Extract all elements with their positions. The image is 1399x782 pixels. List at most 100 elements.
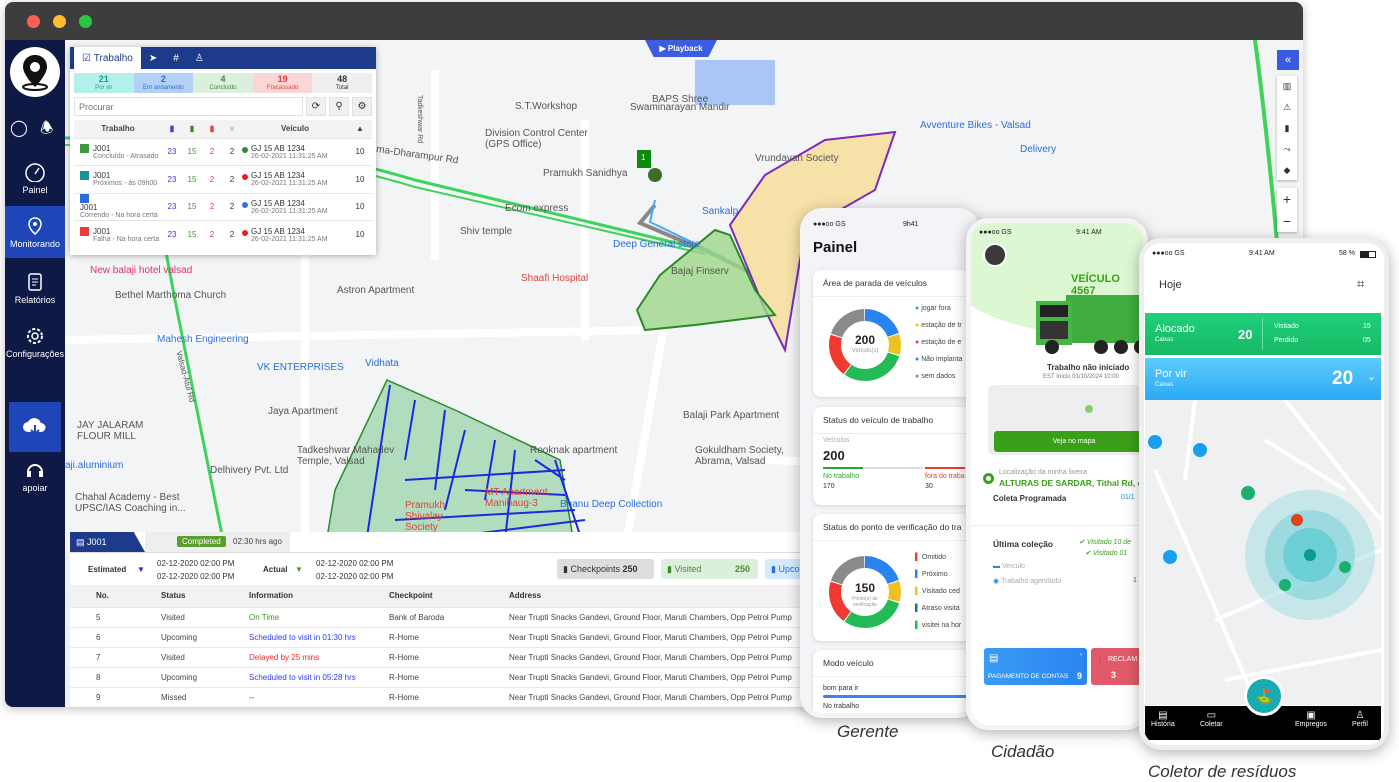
zoom-in-button[interactable]: +	[1277, 188, 1297, 210]
checkpoints-label: Checkpoints	[570, 564, 620, 574]
settings-button[interactable]: ⚙	[352, 97, 372, 116]
vehicle-plate: GJ 15 AB 1234	[251, 143, 305, 153]
sidebar-item-apoiar[interactable]: apoiar	[5, 460, 65, 493]
stat-3[interactable]: 19 Fracassado	[252, 73, 313, 93]
bin-marker[interactable]	[1339, 561, 1351, 573]
table-row[interactable]: 5 Visited On Time Bank of Baroda Near Trupti…	[70, 606, 810, 627]
allocated-card[interactable]: Alocado Caixas 20 Visitado 15 Perdido 05	[1145, 313, 1381, 355]
route-icon[interactable]: ⤳	[1277, 139, 1297, 160]
zoom-out-button[interactable]: −	[1277, 210, 1297, 232]
upcoming-card[interactable]: Por vir Caixas 20 ⌄	[1145, 358, 1381, 400]
row-number: 9	[70, 686, 135, 707]
nav-coletar[interactable]: ▭ Coletar	[1200, 710, 1223, 728]
playback-button[interactable]: ▶ Playback	[645, 40, 717, 57]
collector-map[interactable]	[1145, 400, 1381, 705]
chevron-right-icon: ›	[1079, 651, 1082, 658]
table-row[interactable]: 9 Missed -- R-Home Near Trupti Snacks Gandev…	[70, 686, 810, 707]
bin-marker[interactable]	[1241, 486, 1255, 500]
job-tab[interactable]: ▤ J001	[70, 532, 145, 552]
nav-historia[interactable]: ▤ História	[1151, 710, 1175, 728]
bin-blue-icon: ▮	[169, 124, 175, 134]
sidebar-item-relatorios[interactable]: Relatórios	[5, 272, 65, 305]
table-row[interactable]: 8 Upcoming Scheduled to visit in 05:28 hrs…	[70, 666, 810, 687]
user-icon[interactable]: ◯	[10, 118, 28, 138]
map-layers-icon[interactable]: ▥	[1277, 76, 1297, 97]
job-status: Concluído - Atrasado	[93, 152, 159, 160]
job-status: Trabalho não iniciado	[1047, 363, 1130, 372]
job-row[interactable]: J001 Falha - Na hora certa 23 15 2 2 GJ 1…	[74, 220, 372, 248]
cloud-download-button[interactable]	[9, 402, 61, 452]
bin-icon[interactable]: ▮	[1277, 118, 1297, 139]
visited-filter[interactable]: ▮ Visited 250	[661, 559, 758, 579]
upcoming-label: Upco	[778, 564, 800, 574]
nav-empregos[interactable]: ▣ Empregos	[1295, 710, 1327, 728]
chevron-down-icon[interactable]: ⌄	[1367, 370, 1376, 383]
job-id: J001	[93, 226, 111, 236]
bill-payment-button[interactable]: ▤ › PAGAMENTO DE CONTAS 9	[984, 648, 1087, 685]
tab-navigation[interactable]: ➤	[141, 47, 165, 69]
collapse-panel-button[interactable]: «	[1277, 50, 1299, 70]
truck-icon: ▬	[993, 563, 1000, 570]
person-pin-icon: ♙	[194, 52, 204, 64]
status-badge: Completed	[177, 536, 226, 547]
avatar[interactable]	[983, 243, 1007, 267]
maximize-button[interactable]	[79, 15, 92, 28]
bin-marker[interactable]	[1193, 443, 1207, 457]
stat-4[interactable]: 48 Total	[312, 73, 372, 93]
row-information: --	[223, 686, 363, 707]
caption-cidadao: Cidadão	[991, 742, 1055, 761]
visit-text: Visitado 10 de	[1086, 539, 1132, 546]
map-fab-button[interactable]: ⛳	[1244, 676, 1284, 716]
collector-avatar[interactable]	[648, 168, 662, 182]
refresh-button[interactable]: ⟳	[306, 97, 326, 116]
sidebar-item-painel[interactable]: Painel	[5, 162, 65, 195]
row-address: Near Trupti Snacks Gandevi, Ground Floor…	[483, 646, 810, 667]
report-icon	[28, 273, 42, 291]
qr-scan-icon[interactable]: ⌗	[1357, 276, 1364, 292]
legend-swatch: ▌	[915, 605, 920, 612]
upcoming-sub: Caixas	[1155, 382, 1174, 388]
count-gray: 2	[222, 165, 242, 193]
see-on-map-button[interactable]: Veja no mapa	[994, 431, 1143, 452]
visited-count: 15	[1363, 323, 1371, 330]
job-row[interactable]: J001 Correndo - Na hora certa 23 15 2 2 G…	[74, 192, 372, 221]
map-label: Bethel Marthoma Church	[115, 290, 227, 301]
legend-item: ▌ visitei na hor	[915, 622, 961, 629]
bin-marker[interactable]	[1163, 550, 1177, 564]
vehicle-time: 26-02-2021 11:31:25 AM	[251, 180, 328, 188]
tab-label: Trabalho	[93, 52, 133, 64]
vehicles-label: Veículos	[823, 437, 850, 444]
stat-1[interactable]: 2 Em andamento	[133, 73, 194, 93]
bell-icon[interactable]: 🕭	[40, 118, 53, 143]
tab-trabalho[interactable]: ☑ Trabalho	[74, 47, 141, 69]
bin-marker[interactable]	[1279, 579, 1291, 591]
tab-person-location[interactable]: ♙	[187, 47, 212, 69]
nav-perfil[interactable]: ♙ Perfil	[1352, 710, 1368, 728]
ruler-icon[interactable]: ◆	[1277, 160, 1297, 181]
nav-label: História	[1151, 721, 1175, 728]
close-button[interactable]	[27, 15, 40, 28]
sidebar-item-monitorando[interactable]: Monitorando	[5, 206, 65, 258]
filter-button[interactable]: ⚲	[329, 97, 349, 116]
title-bar	[5, 2, 1303, 40]
tab-grid[interactable]: #	[165, 47, 187, 69]
carrier: ●●●oo GS	[1152, 250, 1185, 257]
search-input[interactable]	[74, 97, 303, 116]
stat-0[interactable]: 21 Por vir	[74, 73, 134, 93]
minimize-button[interactable]	[53, 15, 66, 28]
alert-count: 10	[348, 165, 372, 193]
job-row[interactable]: J001 Próximos - às 09h00 23 15 2 2 GJ 15 …	[74, 165, 372, 193]
sidebar-item-configuracoes[interactable]: Configurações	[5, 326, 65, 359]
table-row[interactable]: 6 Upcoming Scheduled to visit in 01:30 hrs…	[70, 626, 810, 647]
checkpoints-filter[interactable]: ▮ Checkpoints 250	[557, 559, 654, 579]
bin-marker[interactable]	[1148, 435, 1162, 449]
job-row[interactable]: J001 Concluído - Atrasado 23 15 2 2 GJ 15…	[74, 137, 372, 166]
table-row[interactable]: 7 Visited Delayed by 25 mins R-Home Near Tru…	[70, 646, 810, 667]
bin-marker[interactable]	[1291, 514, 1303, 526]
last-collection-label: Última coleção	[993, 539, 1053, 549]
map-label: Pramukh Sanidhya	[543, 168, 628, 179]
stat-2[interactable]: 4 Concluído	[193, 73, 253, 93]
traffic-icon[interactable]: ⚠	[1277, 97, 1297, 118]
location-label: Localização da minha lixeira	[999, 469, 1087, 476]
legend-item: ▌ Omitido	[915, 554, 946, 561]
